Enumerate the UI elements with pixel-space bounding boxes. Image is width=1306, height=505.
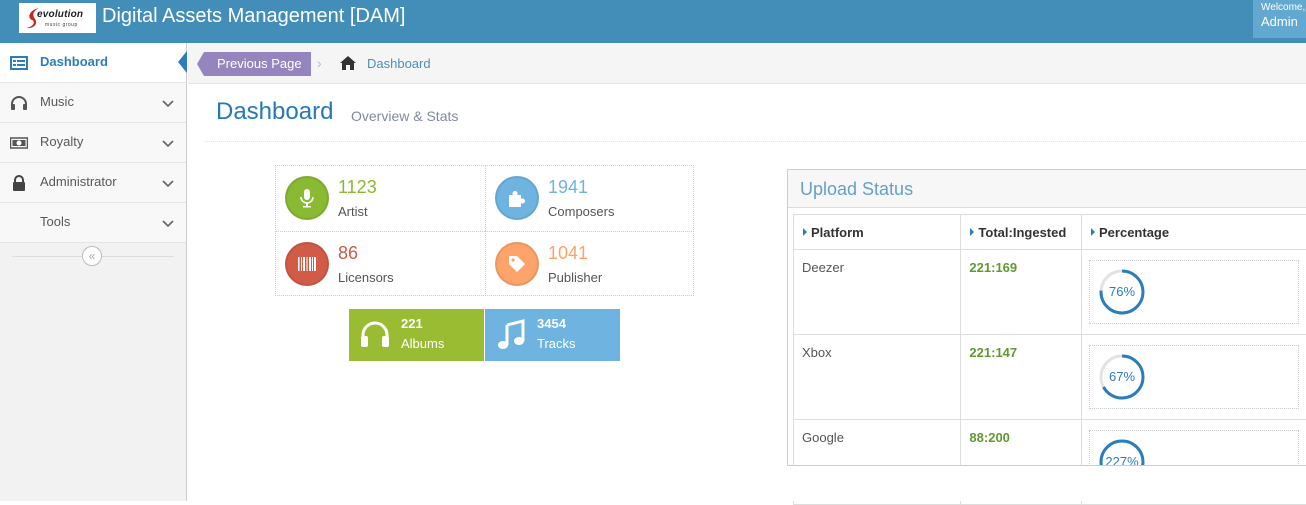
microphone-icon	[297, 188, 317, 208]
breadcrumb: Previous Page › Dashboard	[188, 43, 1306, 84]
chevron-down-icon	[162, 97, 174, 109]
barcode-icon	[297, 254, 317, 274]
widget-title: Upload Status	[800, 179, 1294, 200]
stat-icon-circle	[285, 242, 329, 286]
music-note-icon	[495, 319, 527, 351]
stats-grid: 1123 Artist 1941 Composers 86 Licensors	[275, 165, 694, 296]
sidebar-item-administrator[interactable]: Administrator	[0, 163, 186, 203]
breadcrumb-separator: ›	[317, 55, 322, 71]
stat-publisher[interactable]: 1041 Publisher	[485, 231, 694, 296]
stat-label: Artist	[338, 204, 368, 219]
gauge-container: 67%	[1089, 345, 1299, 409]
table-row: Xbox 221:147 67%	[794, 335, 1306, 420]
table-row: Deezer 221:169 76%	[794, 250, 1306, 335]
stat-value: 1123	[338, 177, 377, 198]
upload-status-widget: Upload Status Platform Total:Ingested Pe…	[787, 169, 1306, 468]
stat-label: Publisher	[548, 270, 602, 285]
chevron-down-icon	[162, 217, 174, 229]
sidebar-item-label: Royalty	[40, 134, 83, 149]
stat-value: 86	[338, 243, 358, 264]
sidebar-item-tools[interactable]: Tools	[0, 203, 186, 243]
user-menu[interactable]: Welcome, Admin	[1253, 0, 1306, 38]
stat-label: Composers	[548, 204, 614, 219]
breadcrumb-dashboard-link[interactable]: Dashboard	[367, 56, 431, 71]
sidebar-item-royalty[interactable]: Royalty	[0, 123, 186, 163]
home-icon[interactable]	[339, 55, 357, 71]
counts-cell: 221:147	[961, 335, 1082, 420]
money-icon	[10, 135, 28, 151]
sidebar-item-label: Music	[40, 94, 74, 109]
gauge-container: 76%	[1089, 260, 1299, 324]
stat-value: 1941	[548, 177, 588, 198]
puzzle-icon	[507, 188, 527, 208]
table-header-row: Platform Total:Ingested Percentage	[794, 215, 1306, 250]
percentage-cell: 67%	[1082, 335, 1306, 420]
headphones-icon	[10, 95, 28, 111]
dashboard-icon	[10, 55, 28, 71]
albums-tile[interactable]: 221 Albums	[349, 309, 484, 361]
logo-text: evolution	[37, 9, 83, 20]
lock-icon	[10, 175, 28, 191]
stat-icon-circle	[285, 176, 329, 220]
headphones-icon	[359, 319, 391, 351]
platform-cell: Deezer	[794, 250, 961, 335]
tracks-tile[interactable]: 3454 Tracks	[485, 309, 620, 361]
albums-label: Albums	[401, 336, 444, 351]
percentage-label: 76%	[1098, 284, 1146, 299]
stat-composers[interactable]: 1941 Composers	[485, 166, 694, 231]
app-title: Digital Assets Management [DAM]	[102, 5, 405, 28]
stat-icon-circle	[495, 176, 539, 220]
page-header: Dashboard Overview & Stats	[205, 84, 1306, 142]
page-title: Dashboard	[216, 98, 333, 126]
stat-licensors[interactable]: 86 Licensors	[276, 231, 485, 296]
top-navbar: evolution music group Digital Assets Man…	[0, 0, 1306, 43]
user-welcome: Welcome,	[1261, 2, 1306, 14]
sidebar: Dashboard Music Royalty Administrator To…	[0, 43, 187, 501]
column-header-platform[interactable]: Platform	[794, 215, 961, 250]
sidebar-item-label: Dashboard	[40, 54, 108, 69]
brand-logo[interactable]: evolution music group	[19, 3, 96, 33]
widget-header: Upload Status	[788, 170, 1306, 208]
logo-subtext: music group	[45, 22, 78, 28]
percentage-cell: 76%	[1082, 250, 1306, 335]
page-bottom-area	[787, 465, 1306, 501]
sidebar-item-label: Tools	[40, 214, 70, 229]
albums-count: 221	[401, 316, 423, 331]
tracks-label: Tracks	[537, 336, 576, 351]
tag-icon	[507, 254, 527, 274]
stat-label: Licensors	[338, 270, 394, 285]
stat-artist[interactable]: 1123 Artist	[276, 166, 485, 231]
stat-icon-circle	[495, 242, 539, 286]
sidebar-item-music[interactable]: Music	[0, 83, 186, 123]
sidebar-item-label: Administrator	[40, 174, 117, 189]
sidebar-item-dashboard[interactable]: Dashboard	[0, 43, 186, 83]
percentage-label: 67%	[1098, 369, 1146, 384]
chevron-down-icon	[162, 177, 174, 189]
platform-cell: Xbox	[794, 335, 961, 420]
stat-value: 1041	[548, 243, 588, 264]
chevron-down-icon	[162, 137, 174, 149]
counts-cell: 221:169	[961, 250, 1082, 335]
upload-status-table: Platform Total:Ingested Percentage Deeze…	[793, 214, 1306, 505]
user-name: Admin	[1261, 14, 1306, 30]
sidebar-collapse-row: «	[0, 243, 186, 271]
column-header-percentage[interactable]: Percentage	[1082, 215, 1306, 250]
page-subtitle: Overview & Stats	[351, 108, 458, 124]
column-header-total-ingested[interactable]: Total:Ingested	[961, 215, 1082, 250]
sidebar-collapse-button[interactable]: «	[82, 246, 102, 266]
previous-page-button[interactable]: Previous Page	[204, 52, 311, 76]
tracks-count: 3454	[537, 316, 566, 331]
